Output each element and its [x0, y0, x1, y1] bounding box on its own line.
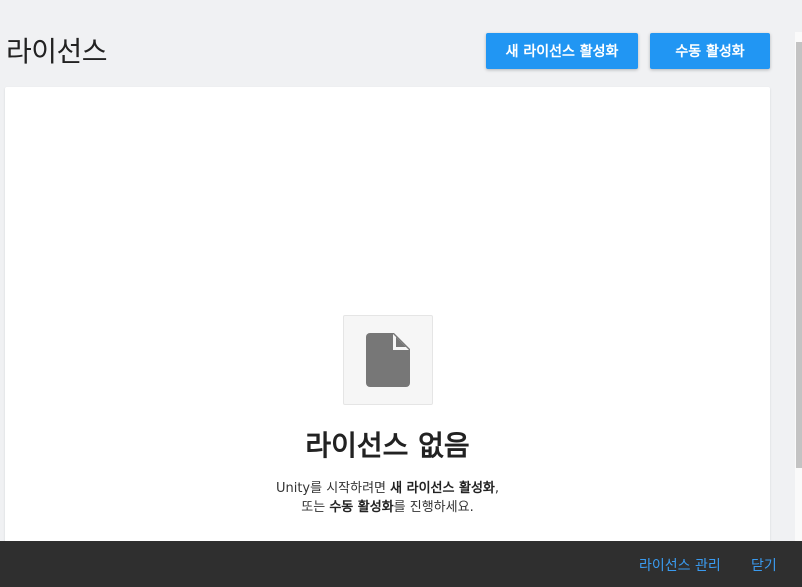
manual-activation-button[interactable]: 수동 활성화: [650, 33, 770, 69]
empty-state-desc-line2: 또는 수동 활성화를 진행하세요.: [5, 498, 770, 517]
activate-new-license-button[interactable]: 새 라이선스 활성화: [486, 33, 638, 69]
desc-line1-bold: 새 라이선스 활성화: [390, 481, 495, 496]
desc-line2-suffix: 를 진행하세요.: [393, 500, 474, 515]
manage-licenses-link[interactable]: 라이선스 관리: [639, 555, 721, 575]
empty-state-title: 라이선스 없음: [305, 429, 470, 462]
footer-bar: 라이선스 관리 닫기: [0, 541, 802, 587]
close-link[interactable]: 닫기: [751, 555, 777, 575]
scrollbar-thumb[interactable]: [796, 42, 802, 468]
desc-line2-prefix: 또는: [301, 500, 330, 515]
page-title: 라이선스: [6, 35, 108, 68]
document-icon: [366, 333, 410, 387]
empty-state-description: Unity를 시작하려면 새 라이선스 활성화, 또는 수동 활성화를 진행하세…: [5, 479, 770, 517]
desc-line2-bold: 수동 활성화: [329, 500, 394, 515]
desc-line1-prefix: Unity를 시작하려면: [275, 481, 391, 496]
empty-state-icon-box: [343, 315, 433, 405]
empty-state-desc-line1: Unity를 시작하려면 새 라이선스 활성화,: [5, 479, 770, 498]
desc-line1-suffix: ,: [494, 481, 500, 496]
